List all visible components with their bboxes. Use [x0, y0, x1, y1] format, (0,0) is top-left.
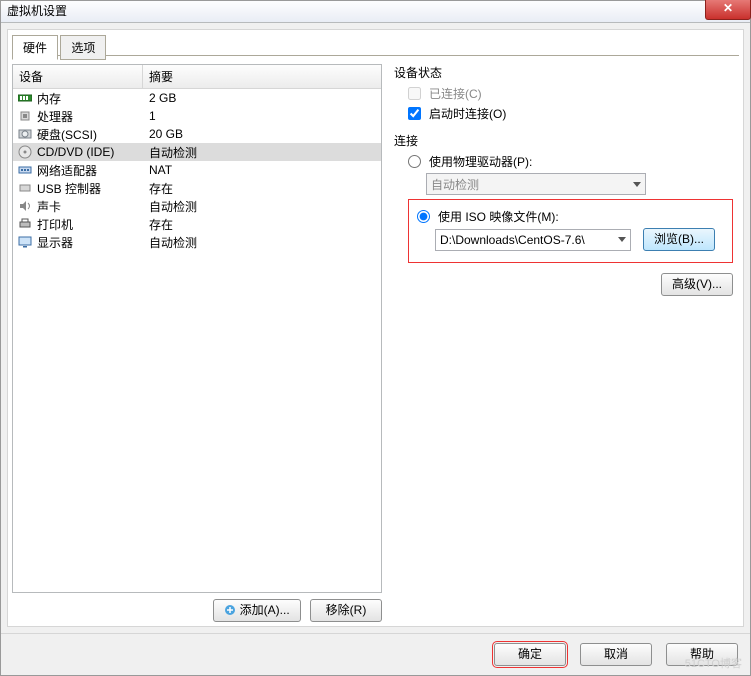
iso-path-combo[interactable]: D:\Downloads\CentOS-7.6\ [435, 229, 631, 251]
cell-summary: 自动检测 [149, 198, 377, 215]
cpu-icon [17, 109, 33, 123]
left-button-row: 添加(A)... 移除(R) [12, 593, 382, 622]
vm-settings-window: 虚拟机设置 ✕ 硬件 选项 设备 摘要 内存 2 GB [0, 0, 751, 676]
row-sound[interactable]: 声卡 自动检测 [13, 197, 381, 215]
printer-icon [17, 217, 33, 231]
left-column: 设备 摘要 内存 2 GB 处理器 1 硬盘 [12, 64, 382, 622]
right-column: 设备状态 已连接(C) 启动时连接(O) 连接 使用物理驱动器(P): 自动检测 [392, 64, 739, 622]
cell-name: 显示器 [37, 234, 149, 251]
device-list-header: 设备 摘要 [13, 65, 381, 89]
cell-summary: NAT [149, 163, 377, 177]
group-status: 设备状态 已连接(C) 启动时连接(O) [394, 64, 733, 122]
cell-name: 打印机 [37, 216, 149, 233]
cell-summary: 1 [149, 109, 377, 123]
cell-name: 网络适配器 [37, 162, 149, 179]
cell-name: 处理器 [37, 108, 149, 125]
advanced-button[interactable]: 高级(V)... [661, 273, 733, 296]
footer: 确定 取消 帮助 [1, 633, 750, 675]
browse-button[interactable]: 浏览(B)... [643, 228, 715, 251]
cell-name: USB 控制器 [37, 180, 149, 197]
content-area: 硬件 选项 设备 摘要 内存 2 GB 处理器 [7, 29, 744, 627]
chevron-down-icon [633, 182, 641, 187]
connected-checkbox [408, 87, 421, 100]
tab-options[interactable]: 选项 [60, 35, 106, 60]
physical-label: 使用物理驱动器(P): [429, 153, 532, 170]
cell-name: 硬盘(SCSI) [37, 126, 149, 143]
sound-icon [17, 199, 33, 213]
cell-name: 声卡 [37, 198, 149, 215]
remove-button[interactable]: 移除(R) [310, 599, 382, 622]
row-cpu[interactable]: 处理器 1 [13, 107, 381, 125]
network-icon [17, 163, 33, 177]
device-list: 设备 摘要 内存 2 GB 处理器 1 硬盘 [12, 64, 382, 593]
titlebar: 虚拟机设置 ✕ [1, 1, 750, 23]
physical-radio[interactable] [408, 155, 421, 168]
physical-select: 自动检测 [426, 173, 646, 195]
cell-name: 内存 [37, 90, 149, 107]
row-disk[interactable]: 硬盘(SCSI) 20 GB [13, 125, 381, 143]
add-button[interactable]: 添加(A)... [213, 599, 300, 622]
cell-summary: 20 GB [149, 127, 377, 141]
close-button[interactable]: ✕ [705, 0, 751, 20]
connected-label: 已连接(C) [429, 85, 482, 102]
window-title: 虚拟机设置 [7, 4, 67, 18]
tab-hardware[interactable]: 硬件 [12, 35, 58, 60]
cancel-button[interactable]: 取消 [580, 643, 652, 666]
iso-label: 使用 ISO 映像文件(M): [438, 208, 559, 225]
cell-summary: 自动检测 [149, 144, 377, 161]
row-usb[interactable]: USB 控制器 存在 [13, 179, 381, 197]
cell-name: CD/DVD (IDE) [37, 145, 149, 159]
watermark: 51CTO博客 [685, 655, 742, 671]
disk-icon [17, 127, 33, 141]
physical-value: 自动检测 [431, 176, 479, 193]
iso-path-value: D:\Downloads\CentOS-7.6\ [440, 233, 585, 247]
cell-summary: 2 GB [149, 91, 377, 105]
row-network[interactable]: 网络适配器 NAT [13, 161, 381, 179]
tab-body: 设备 摘要 内存 2 GB 处理器 1 硬盘 [12, 56, 739, 622]
col-summary: 摘要 [143, 65, 381, 88]
add-label: 添加(A)... [240, 603, 290, 617]
col-device: 设备 [13, 65, 143, 88]
ok-button[interactable]: 确定 [494, 643, 566, 666]
row-printer[interactable]: 打印机 存在 [13, 215, 381, 233]
cell-summary: 存在 [149, 180, 377, 197]
display-icon [17, 235, 33, 249]
connect-on-power-label: 启动时连接(O) [429, 105, 506, 122]
row-cddvd[interactable]: CD/DVD (IDE) 自动检测 [13, 143, 381, 161]
tab-strip: 硬件 选项 [12, 34, 739, 56]
chevron-down-icon[interactable] [618, 237, 626, 242]
group-connection: 连接 使用物理驱动器(P): 自动检测 使用 ISO 映像文件(M): [394, 132, 733, 263]
connect-on-power-checkbox[interactable] [408, 107, 421, 120]
usb-icon [17, 181, 33, 195]
iso-highlight-box: 使用 ISO 映像文件(M): D:\Downloads\CentOS-7.6\… [408, 199, 733, 263]
row-display[interactable]: 显示器 自动检测 [13, 233, 381, 251]
connection-title: 连接 [394, 132, 733, 149]
cell-summary: 存在 [149, 216, 377, 233]
cell-summary: 自动检测 [149, 234, 377, 251]
status-title: 设备状态 [394, 64, 733, 81]
iso-radio[interactable] [417, 210, 430, 223]
cd-icon [17, 145, 33, 159]
row-memory[interactable]: 内存 2 GB [13, 89, 381, 107]
memory-icon [17, 91, 33, 105]
